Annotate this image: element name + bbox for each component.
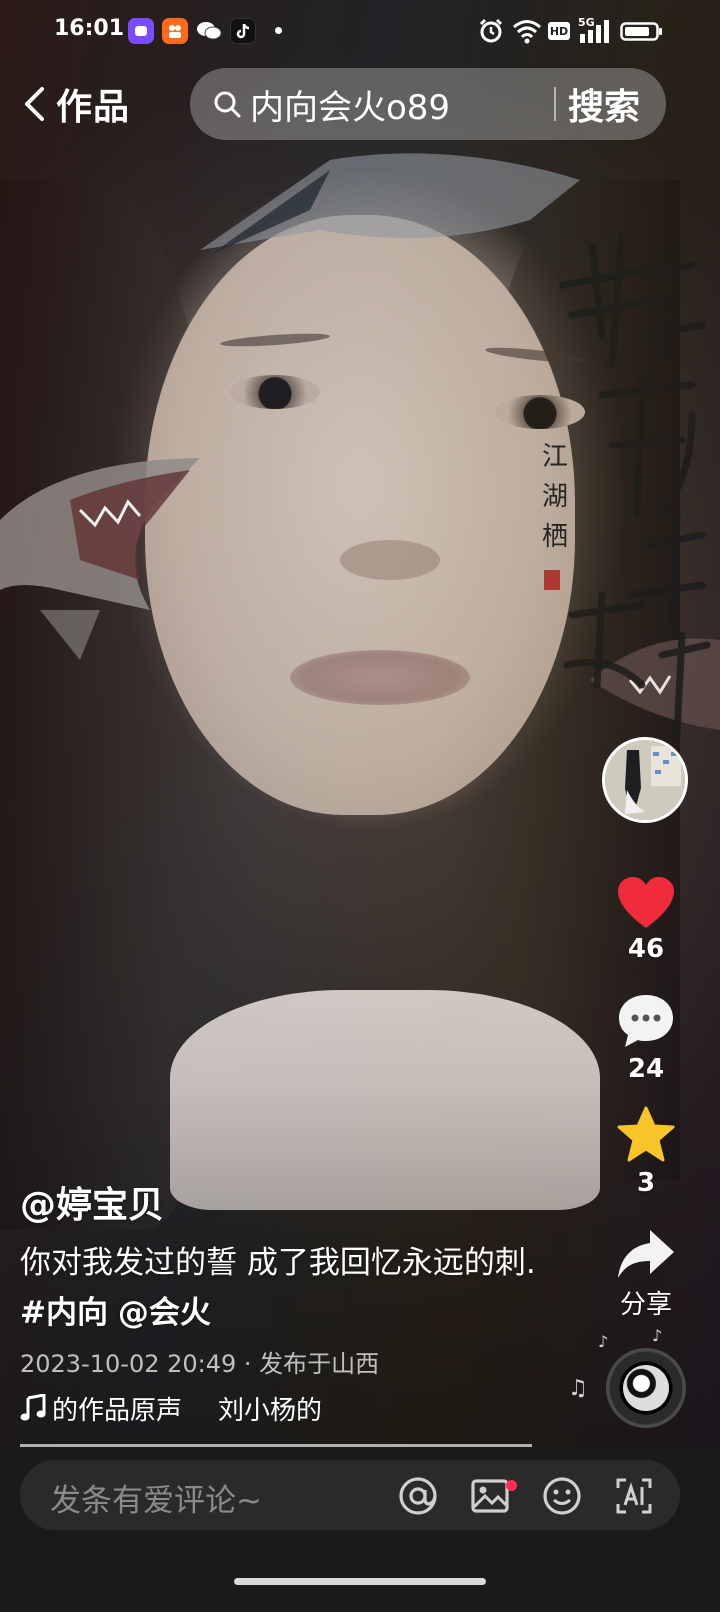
more-notifications-dot bbox=[275, 27, 282, 34]
comment-bubble-icon bbox=[619, 995, 673, 1047]
avatar-image bbox=[605, 740, 685, 820]
search-button[interactable]: 搜索 bbox=[568, 78, 640, 130]
search-icon bbox=[214, 91, 241, 118]
hashtag-link[interactable]: #内向 bbox=[20, 1295, 108, 1331]
image-icon[interactable] bbox=[470, 1476, 510, 1516]
share-button[interactable]: 分享 bbox=[604, 1228, 688, 1321]
music-note-icon bbox=[20, 1394, 46, 1421]
alarm-icon bbox=[479, 18, 503, 43]
search-divider bbox=[554, 87, 556, 121]
like-button[interactable]: 46 bbox=[604, 876, 688, 964]
video-progress-bar[interactable] bbox=[20, 1444, 532, 1447]
music-note-icon: ♪ bbox=[652, 1326, 663, 1345]
comment-input[interactable]: 发条有爱评论~ bbox=[20, 1460, 680, 1530]
comment-bar: 发条有爱评论~ bbox=[0, 1450, 720, 1612]
author-name[interactable]: @婷宝贝 bbox=[20, 1176, 164, 1228]
wifi-icon bbox=[513, 20, 541, 44]
star-icon bbox=[617, 1106, 675, 1162]
hd-badge: HD bbox=[548, 22, 570, 40]
signal-icon bbox=[580, 20, 609, 43]
douyin-lite-icon bbox=[230, 18, 256, 44]
post-description: 你对我发过的誓 成了我回忆永远的刺. #内向 @会火 bbox=[20, 1238, 540, 1338]
comment-placeholder: 发条有爱评论~ bbox=[50, 1483, 262, 1519]
status-bar: 16:01 HD 5G bbox=[0, 0, 720, 64]
back-button[interactable]: 作品 bbox=[22, 80, 162, 128]
comment-count: 24 bbox=[627, 1054, 665, 1084]
comment-button[interactable]: 24 bbox=[604, 992, 688, 1084]
ai-icon[interactable] bbox=[614, 1476, 654, 1516]
favorite-count: 3 bbox=[636, 1168, 656, 1198]
music-note-icon: ♪ bbox=[598, 1332, 609, 1351]
heart-icon bbox=[618, 877, 674, 928]
home-indicator[interactable] bbox=[234, 1578, 486, 1585]
post-meta: 2023-10-02 20:49 · 发布于山西 bbox=[20, 1350, 380, 1378]
favorite-button[interactable]: 3 bbox=[604, 1106, 688, 1198]
battery-icon bbox=[620, 22, 662, 41]
back-label: 作品 bbox=[56, 87, 131, 128]
video-app-icon bbox=[128, 18, 154, 44]
mention-at-icon[interactable] bbox=[398, 1476, 438, 1516]
music-info[interactable]: 的作品原声 刘小杨的 bbox=[20, 1388, 360, 1428]
chevron-left-icon bbox=[25, 87, 44, 121]
wechat-icon bbox=[196, 18, 222, 44]
description-text: 你对我发过的誓 成了我回忆永远的刺. bbox=[20, 1245, 536, 1281]
like-count: 46 bbox=[627, 934, 665, 964]
music-cover bbox=[623, 1365, 669, 1411]
emoji-icon[interactable] bbox=[542, 1476, 582, 1516]
author-avatar[interactable] bbox=[602, 737, 688, 823]
search-input[interactable]: 内向会火o89 bbox=[250, 80, 550, 129]
music-title: 的作品原声 bbox=[52, 1395, 183, 1426]
music-disc-button[interactable] bbox=[606, 1348, 686, 1428]
music-note-icon: ♫ bbox=[568, 1376, 588, 1401]
search-bar[interactable]: 内向会火o89 搜索 bbox=[190, 68, 666, 140]
new-image-badge bbox=[506, 1480, 517, 1491]
status-time: 16:01 bbox=[54, 16, 125, 41]
mention-link[interactable]: @会火 bbox=[118, 1295, 211, 1331]
share-label: 分享 bbox=[619, 1290, 672, 1320]
kuaishou-icon bbox=[162, 18, 188, 44]
share-arrow-icon bbox=[618, 1230, 674, 1278]
music-title-next: 刘小杨的 bbox=[218, 1395, 323, 1426]
